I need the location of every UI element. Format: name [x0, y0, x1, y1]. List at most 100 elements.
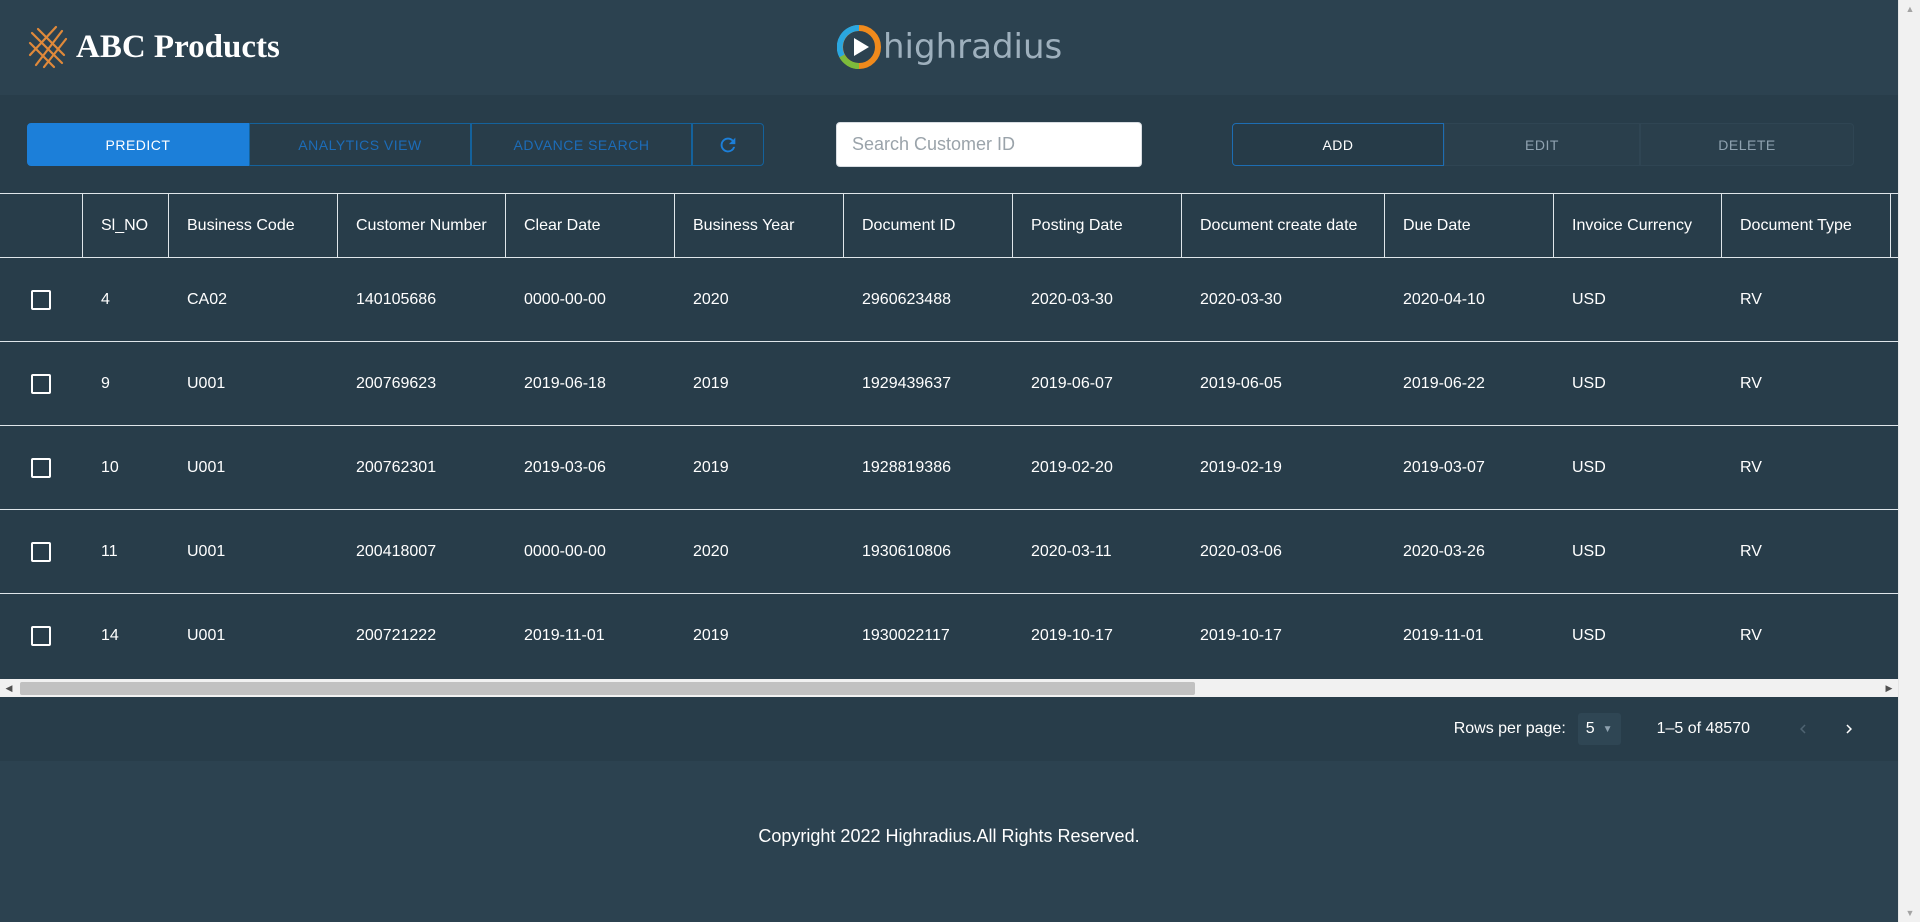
- cell-due-date: 2019-06-22: [1403, 375, 1485, 392]
- rows-per-page-label: Rows per page:: [1453, 720, 1566, 737]
- cell-posting-date: 2020-03-11: [1031, 543, 1112, 560]
- column-header[interactable]: Clear Date: [506, 194, 675, 257]
- cell-due-date: 2019-03-07: [1403, 459, 1485, 476]
- footer: Copyright 2022 Highradius.All Rights Res…: [0, 761, 1898, 922]
- select-column-header: [0, 194, 83, 257]
- table-row: 9 U001 200769623 2019-06-18 2019 1929439…: [0, 342, 1898, 426]
- advance-search-button[interactable]: ADVANCE SEARCH: [471, 123, 692, 166]
- cell-posting-date: 2019-02-20: [1031, 459, 1113, 476]
- cell-document-create-date: 2019-02-19: [1200, 459, 1282, 476]
- row-checkbox[interactable]: [31, 626, 51, 646]
- cell-clear-date: 0000-00-00: [524, 291, 606, 308]
- table-row: 10 U001 200762301 2019-03-06 2019 192881…: [0, 426, 1898, 510]
- page-range: 1–5 of 48570: [1656, 720, 1750, 737]
- cell-document-type: RV: [1740, 375, 1762, 392]
- cell-sl-no: 11: [101, 543, 118, 560]
- cell-sl-no: 10: [101, 459, 119, 476]
- cell-business-code: U001: [187, 543, 226, 560]
- column-header[interactable]: Document ID: [844, 194, 1013, 257]
- copyright-text: Copyright 2022 Highradius.All Rights Res…: [758, 826, 1140, 846]
- pagination: Rows per page: 5 ▼ 1–5 of 48570: [0, 697, 1898, 761]
- cell-invoice-currency: USD: [1572, 459, 1606, 476]
- scroll-right-arrow-icon[interactable]: ▶: [1880, 679, 1898, 697]
- table-header: Sl_NO Business Code Customer Number Clea…: [0, 193, 1898, 258]
- dropdown-caret-icon: ▼: [1602, 723, 1613, 735]
- row-checkbox[interactable]: [31, 290, 51, 310]
- horizontal-scrollbar[interactable]: ◀ ▶: [0, 679, 1898, 697]
- highradius-logo: highradius: [837, 23, 1062, 71]
- delete-button[interactable]: DELETE: [1640, 123, 1854, 166]
- cell-customer-number: 200762301: [356, 459, 437, 476]
- previous-page-button[interactable]: [1790, 716, 1816, 742]
- column-header[interactable]: Business Code: [169, 194, 338, 257]
- cell-clear-date: 2019-06-18: [524, 375, 606, 392]
- cell-business-code: CA02: [187, 291, 228, 308]
- cell-document-create-date: 2020-03-30: [1200, 291, 1282, 308]
- cell-customer-number: 140105686: [356, 291, 437, 308]
- scroll-down-arrow-icon[interactable]: ▼: [1899, 904, 1920, 922]
- cell-business-year: 2019: [693, 627, 729, 644]
- cell-document-id: 2960623488: [862, 291, 951, 308]
- cell-posting-date: 2019-06-07: [1031, 375, 1113, 392]
- edit-button[interactable]: EDIT: [1444, 123, 1640, 166]
- brand-name: ABC Products: [76, 28, 280, 65]
- cell-business-code: U001: [187, 375, 226, 392]
- table-row: 14 U001 200721222 2019-11-01 2019 193002…: [0, 594, 1898, 678]
- vertical-scrollbar[interactable]: ▲ ▼: [1898, 0, 1920, 922]
- cell-document-type: RV: [1740, 291, 1762, 308]
- app-header: ABC Products highradius: [0, 0, 1898, 95]
- scroll-left-arrow-icon[interactable]: ◀: [0, 679, 18, 697]
- cell-document-id: 1928819386: [862, 459, 951, 476]
- cell-business-code: U001: [187, 627, 226, 644]
- invoice-table: Sl_NO Business Code Customer Number Clea…: [0, 193, 1898, 679]
- cell-invoice-currency: USD: [1572, 375, 1606, 392]
- column-header[interactable]: Sl_NO: [83, 194, 169, 257]
- highradius-mark-icon: [837, 25, 881, 69]
- row-checkbox[interactable]: [31, 458, 51, 478]
- rows-per-page-value: 5: [1585, 720, 1595, 737]
- cell-business-year: 2019: [693, 459, 729, 476]
- cell-document-type: RV: [1740, 627, 1762, 644]
- column-header[interactable]: Invoice Currency: [1554, 194, 1722, 257]
- cell-document-id: 1930610806: [862, 543, 951, 560]
- refresh-button[interactable]: [692, 123, 764, 166]
- column-header[interactable]: Document Type: [1722, 194, 1891, 257]
- cell-due-date: 2019-11-01: [1403, 627, 1484, 644]
- cell-document-id: 1930022117: [862, 627, 950, 644]
- column-header[interactable]: Customer Number: [338, 194, 506, 257]
- cell-document-create-date: 2019-10-17: [1200, 627, 1282, 644]
- cell-sl-no: 4: [101, 291, 110, 308]
- cell-due-date: 2020-04-10: [1403, 291, 1485, 308]
- scroll-up-arrow-icon[interactable]: ▲: [1899, 0, 1920, 18]
- cell-document-type: RV: [1740, 543, 1762, 560]
- horizontal-scroll-thumb[interactable]: [20, 682, 1195, 695]
- search-customer-id-input[interactable]: [836, 122, 1142, 167]
- column-header[interactable]: Due Date: [1385, 194, 1554, 257]
- column-header[interactable]: Document create date: [1182, 194, 1385, 257]
- cell-business-code: U001: [187, 459, 226, 476]
- table-body: 4 CA02 140105686 0000-00-00 2020 2960623…: [0, 258, 1898, 679]
- cell-document-create-date: 2020-03-06: [1200, 543, 1282, 560]
- main-panel: PREDICT ANALYTICS VIEW ADVANCE SEARCH AD…: [0, 95, 1898, 761]
- rows-per-page-select[interactable]: 5 ▼: [1577, 713, 1621, 745]
- table-row: 11 U001 200418007 0000-00-00 2020 193061…: [0, 510, 1898, 594]
- cell-invoice-currency: USD: [1572, 543, 1606, 560]
- row-checkbox[interactable]: [31, 374, 51, 394]
- column-header[interactable]: Posting Date: [1013, 194, 1182, 257]
- cell-document-id: 1929439637: [862, 375, 951, 392]
- row-checkbox[interactable]: [31, 542, 51, 562]
- cell-business-year: 2019: [693, 375, 729, 392]
- cell-customer-number: 200418007: [356, 543, 437, 560]
- analytics-view-button[interactable]: ANALYTICS VIEW: [249, 123, 471, 166]
- column-header[interactable]: Business Year: [675, 194, 844, 257]
- cell-document-create-date: 2019-06-05: [1200, 375, 1282, 392]
- cell-invoice-currency: USD: [1572, 627, 1606, 644]
- highradius-wordmark: highradius: [883, 27, 1063, 67]
- cell-clear-date: 0000-00-00: [524, 543, 606, 560]
- next-page-button[interactable]: [1836, 716, 1862, 742]
- cell-customer-number: 200769623: [356, 375, 437, 392]
- add-button[interactable]: ADD: [1232, 123, 1444, 166]
- predict-button[interactable]: PREDICT: [27, 123, 249, 166]
- table-row: 4 CA02 140105686 0000-00-00 2020 2960623…: [0, 258, 1898, 342]
- cell-sl-no: 14: [101, 627, 119, 644]
